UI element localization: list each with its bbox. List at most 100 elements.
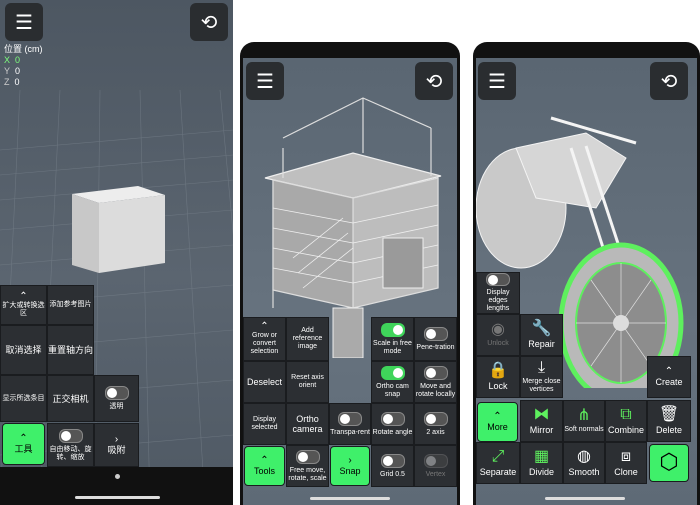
normals-icon: ⋔ <box>577 407 591 424</box>
chevron-right-icon: › <box>114 434 119 445</box>
two-axis-toggle[interactable]: 2 axis <box>414 403 457 445</box>
display-selected-button[interactable]: Display selected <box>243 403 286 445</box>
expand-selection-button[interactable]: ⌃ 扩大或转换选区 <box>0 285 47 325</box>
position-readout: 位置 (cm) X0 Y0 Z0 <box>4 44 43 88</box>
toggle-switch[interactable] <box>380 411 405 426</box>
undo-icon[interactable]: ⟲ <box>650 62 688 100</box>
toggle-switch[interactable] <box>486 273 510 286</box>
deselect-button[interactable]: Deselect <box>243 361 286 403</box>
repair-button[interactable]: 🔧 Repair <box>520 314 563 356</box>
trash-icon: 🗑 <box>658 406 680 423</box>
create-button[interactable]: ⌃ Create <box>647 356 691 398</box>
grow-selection-button[interactable]: ⌃ Grow or convert selection <box>243 317 286 361</box>
sphere-icon: ◍ <box>577 448 591 465</box>
mirror-button[interactable]: ⧓ Mirror <box>520 400 563 442</box>
grid-toggle[interactable]: Grid 0.5 <box>371 445 414 487</box>
smooth-button[interactable]: ◍ Smooth <box>563 442 605 484</box>
chevron-up-icon: ⌃ <box>260 455 269 466</box>
display-edges-toggle[interactable]: Display edges lengths <box>476 272 520 314</box>
merge-vertices-button[interactable]: ⤓ Merge close vertices <box>520 356 563 398</box>
snap-button[interactable]: › Snap <box>330 446 370 486</box>
clone-button[interactable]: ⧈ Clone <box>605 442 647 484</box>
tools-button[interactable]: ⌃ Tools <box>244 446 285 486</box>
chevron-up-icon: ⌃ <box>493 411 502 422</box>
panel-building: ☰ ⟲ ⌃ Grow or convert selection Add refe… <box>240 42 460 505</box>
transparent-toggle[interactable]: 透明 <box>94 375 139 422</box>
toggle-switch[interactable] <box>295 449 320 464</box>
undo-icon[interactable]: ⟲ <box>415 62 453 100</box>
scale-free-toggle[interactable]: Scale in free mode <box>371 317 414 361</box>
delete-button[interactable]: 🗑 Delete <box>647 400 691 442</box>
reset-axis-button[interactable]: Reset axis orient <box>286 361 329 403</box>
unlock-button[interactable]: ◉ Unlock <box>476 314 520 356</box>
lock-icon: 🔒 <box>488 362 508 379</box>
snap-button[interactable]: › 吸附 <box>94 423 139 467</box>
penetration-toggle[interactable]: Pene-tration <box>414 317 457 361</box>
ortho-camera-button[interactable]: Ortho camera <box>286 403 329 445</box>
ortho-camera-button[interactable]: 正交相机 <box>47 375 94 422</box>
merge-icon: ⤓ <box>537 359 546 376</box>
reset-axis-button[interactable]: 重置轴方向 <box>47 325 94 375</box>
gesture-bar <box>545 497 625 500</box>
chevron-up-icon: ⌃ <box>19 433 28 444</box>
transparent-toggle[interactable]: Transpa-rent <box>329 403 371 445</box>
divide-button[interactable]: ▦ Divide <box>520 442 563 484</box>
add-reference-button[interactable]: Add reference image <box>286 317 329 361</box>
mirror-icon: ⧓ <box>533 406 550 423</box>
y-label: Y <box>4 66 11 76</box>
chevron-up-icon: ⌃ <box>664 366 674 377</box>
z-label: Z <box>4 77 10 87</box>
toggle-switch[interactable] <box>423 365 448 380</box>
toggle-switch[interactable] <box>104 386 129 400</box>
eye-icon: ◉ <box>491 321 505 338</box>
toggle-switch[interactable] <box>423 411 448 426</box>
toggle-switch[interactable] <box>380 453 405 468</box>
building-model[interactable] <box>243 58 457 358</box>
grid-icon: ▦ <box>533 448 550 465</box>
toggle-switch[interactable] <box>423 453 448 468</box>
rotate-angle-toggle[interactable]: Rotate angle <box>371 403 414 445</box>
free-move-toggle[interactable]: 自由移动、旋转、缩放 <box>47 423 94 467</box>
position-title: 位置 (cm) <box>4 44 43 54</box>
tools-button[interactable]: ⌃ 工具 <box>2 423 45 465</box>
toggle-switch[interactable] <box>380 322 405 337</box>
free-move-toggle[interactable]: Free move, rotate, scale <box>286 445 329 487</box>
toggle-switch[interactable] <box>338 411 362 426</box>
y-value: 0 <box>15 66 21 76</box>
menu-icon[interactable]: ☰ <box>5 3 43 41</box>
combine-button[interactable]: ⧉ Combine <box>605 400 647 442</box>
gesture-bar <box>75 496 160 499</box>
gesture-bar <box>310 497 390 500</box>
ortho-snap-toggle[interactable]: Ortho cam snap <box>371 361 414 403</box>
toggle-switch[interactable] <box>380 365 405 380</box>
separate-icon: ⤢ <box>491 448 505 465</box>
deselect-button[interactable]: 取消选择 <box>0 325 47 375</box>
panel-motorcycle: ☰ ⟲ Display edges lengths ◉ Unlock 🔧 Rep… <box>473 42 700 505</box>
show-selected-button[interactable]: 显示所选条目 <box>0 375 47 422</box>
soft-normals-button[interactable]: ⋔ Soft normals <box>563 400 605 442</box>
z-value: 0 <box>14 77 20 87</box>
cube-mode-button[interactable]: ⬡ <box>649 444 689 482</box>
lock-button[interactable]: 🔒 Lock <box>476 356 520 398</box>
menu-icon[interactable]: ☰ <box>246 62 284 100</box>
move-local-toggle[interactable]: Move and rotate locally <box>414 361 457 403</box>
toggle-switch[interactable] <box>423 326 448 341</box>
page-dot <box>115 474 120 479</box>
panel-chinese: ☰ ⟲ 位置 (cm) X0 Y0 Z0 ⌃ 扩大或转换选区 添加参考图片 取消… <box>0 0 233 505</box>
add-reference-button[interactable]: 添加参考图片 <box>47 285 94 325</box>
clone-icon: ⧈ <box>620 448 632 465</box>
x-value: 0 <box>15 55 21 65</box>
chevron-right-icon: › <box>348 455 352 466</box>
separate-button[interactable]: ⤢ Separate <box>476 442 520 484</box>
x-label: X <box>4 55 11 65</box>
chevron-up-icon: ⌃ <box>19 291 28 302</box>
more-button[interactable]: ⌃ More <box>477 402 518 442</box>
toggle-switch[interactable] <box>58 428 83 443</box>
menu-icon[interactable]: ☰ <box>478 62 516 100</box>
vertex-toggle[interactable]: Vertex <box>414 445 457 487</box>
cube-icon: ⬡ <box>659 449 679 474</box>
wrench-icon: 🔧 <box>531 320 552 337</box>
undo-icon[interactable]: ⟲ <box>190 3 228 41</box>
nav-bar <box>0 467 233 505</box>
chevron-up-icon: ⌃ <box>260 321 269 332</box>
